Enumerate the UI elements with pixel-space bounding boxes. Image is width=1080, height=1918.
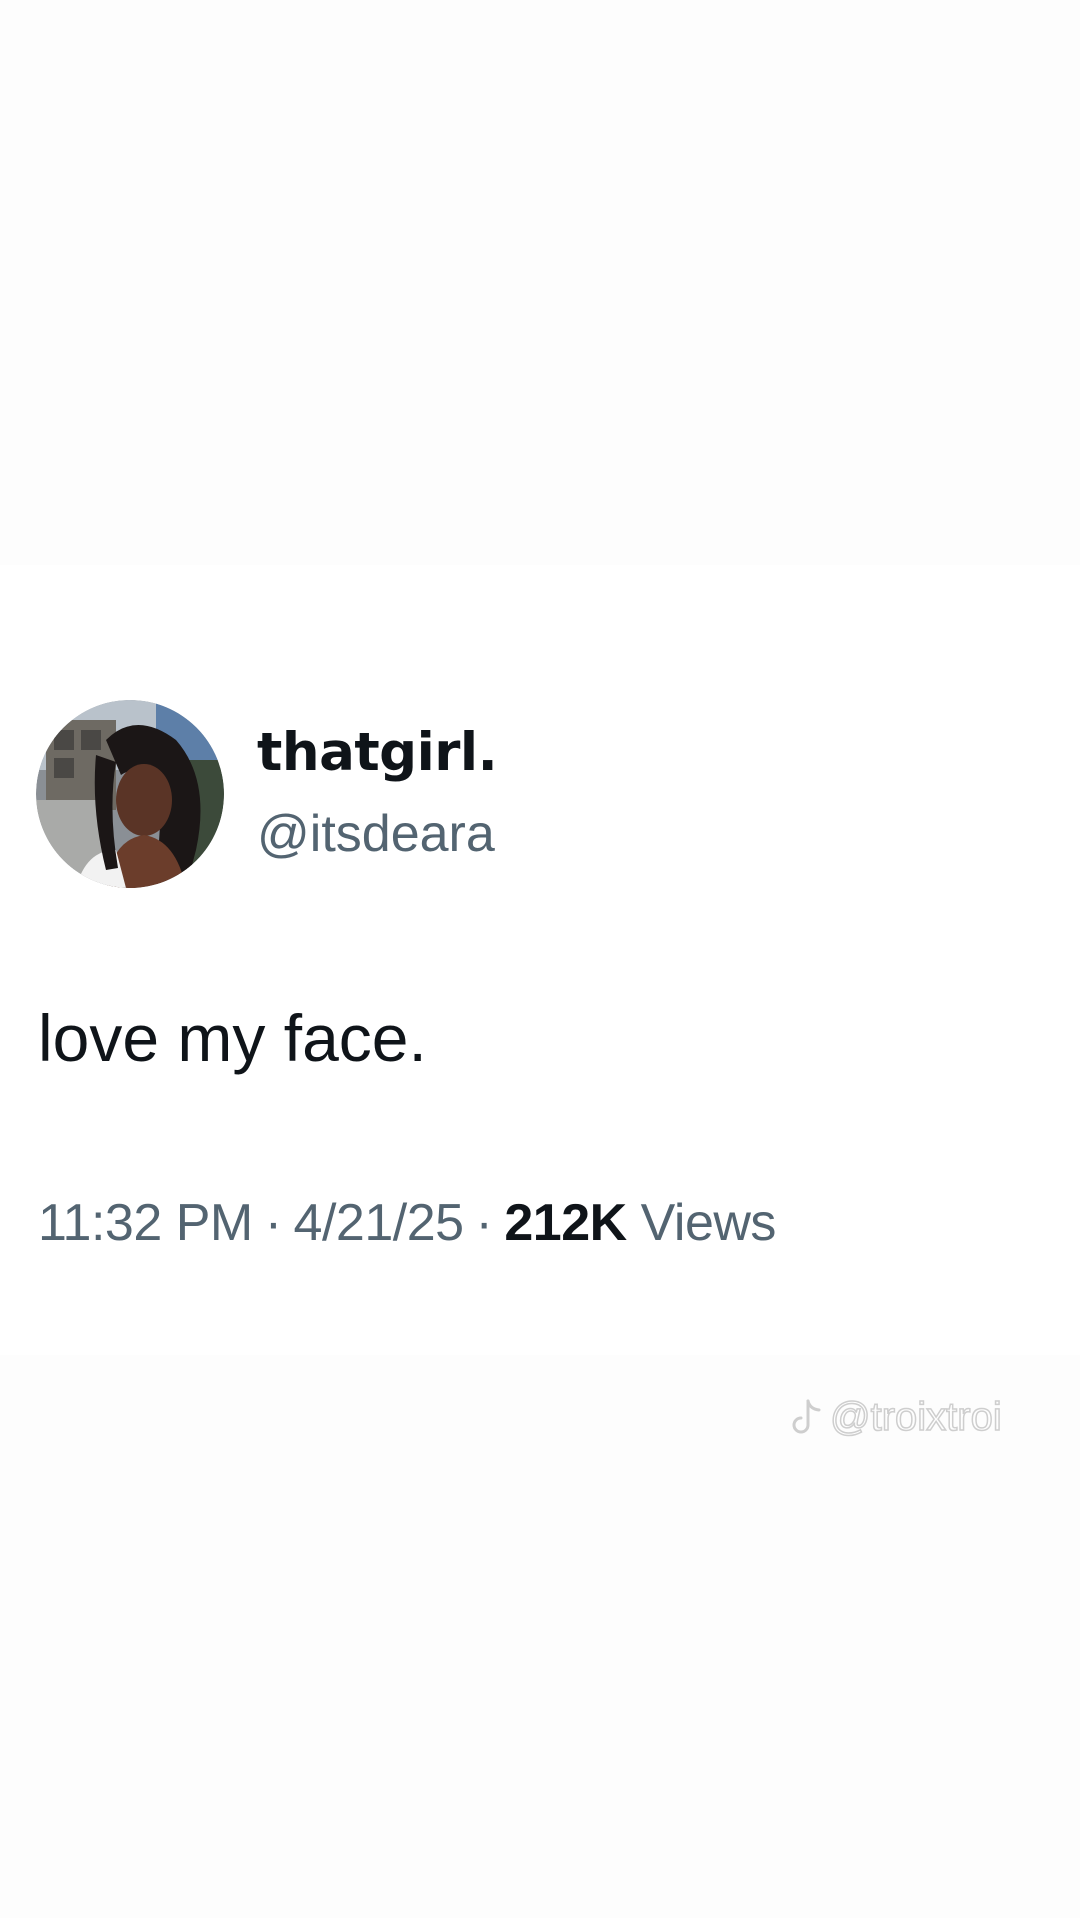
user-handle[interactable]: @itsdeara — [257, 804, 495, 864]
meta-separator: · — [264, 1194, 282, 1252]
tweet-text: love my face. — [38, 1001, 427, 1075]
tiktok-icon — [792, 1399, 821, 1433]
views-label: Views — [640, 1194, 777, 1252]
tweet-date[interactable]: 4/21/25 — [294, 1194, 465, 1252]
profile-photo — [36, 700, 224, 888]
tweet-time[interactable]: 11:32 PM — [38, 1194, 253, 1252]
views-count[interactable]: 212K — [504, 1194, 627, 1252]
display-name[interactable]: thatgirl. — [257, 722, 498, 783]
meta-separator: · — [475, 1194, 493, 1252]
avatar[interactable] — [36, 700, 224, 888]
watermark-text: @troixtroi — [829, 1394, 1002, 1440]
tiktok-watermark: @troixtroi — [790, 1394, 1002, 1440]
tweet-meta: 11:32 PM · 4/21/25 · 212K Views — [38, 1193, 776, 1253]
